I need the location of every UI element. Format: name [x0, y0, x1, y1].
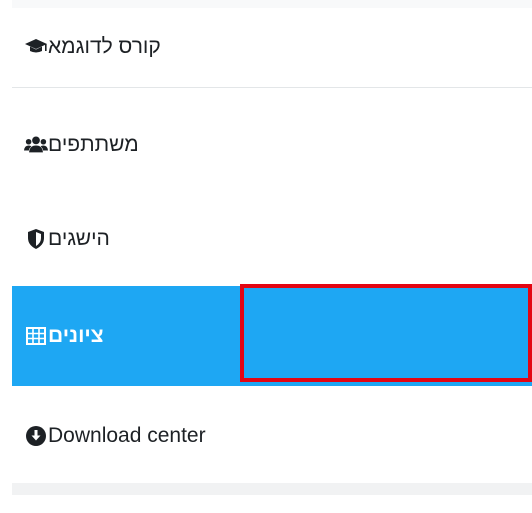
nav-item-label: ציונים: [48, 324, 104, 347]
nav-item-label: הישגים: [48, 227, 110, 250]
nav-item-badges[interactable]: הישגים: [12, 192, 532, 286]
nav-item-label: משתתפים: [48, 133, 139, 156]
top-strip: [12, 0, 532, 8]
nav-item-label: קורס לדוגמא: [48, 35, 161, 58]
nav-item-download-center[interactable]: Download center: [12, 386, 532, 486]
graduation-cap-icon: [24, 35, 48, 59]
bottom-strip: [12, 483, 532, 495]
download-circle-icon: [24, 424, 48, 448]
users-icon: [24, 133, 48, 157]
shield-icon: [24, 227, 48, 251]
page: קורס לדוגמא משתתפים הישגים ציונים Downlo…: [0, 0, 532, 513]
table-icon: [24, 324, 48, 348]
nav-item-grades[interactable]: ציונים: [12, 286, 532, 386]
nav-item-participants[interactable]: משתתפים: [12, 98, 532, 192]
nav-item-course[interactable]: קורס לדוגמא: [12, 8, 532, 86]
divider: [12, 87, 532, 88]
nav-item-label: Download center: [48, 424, 206, 447]
